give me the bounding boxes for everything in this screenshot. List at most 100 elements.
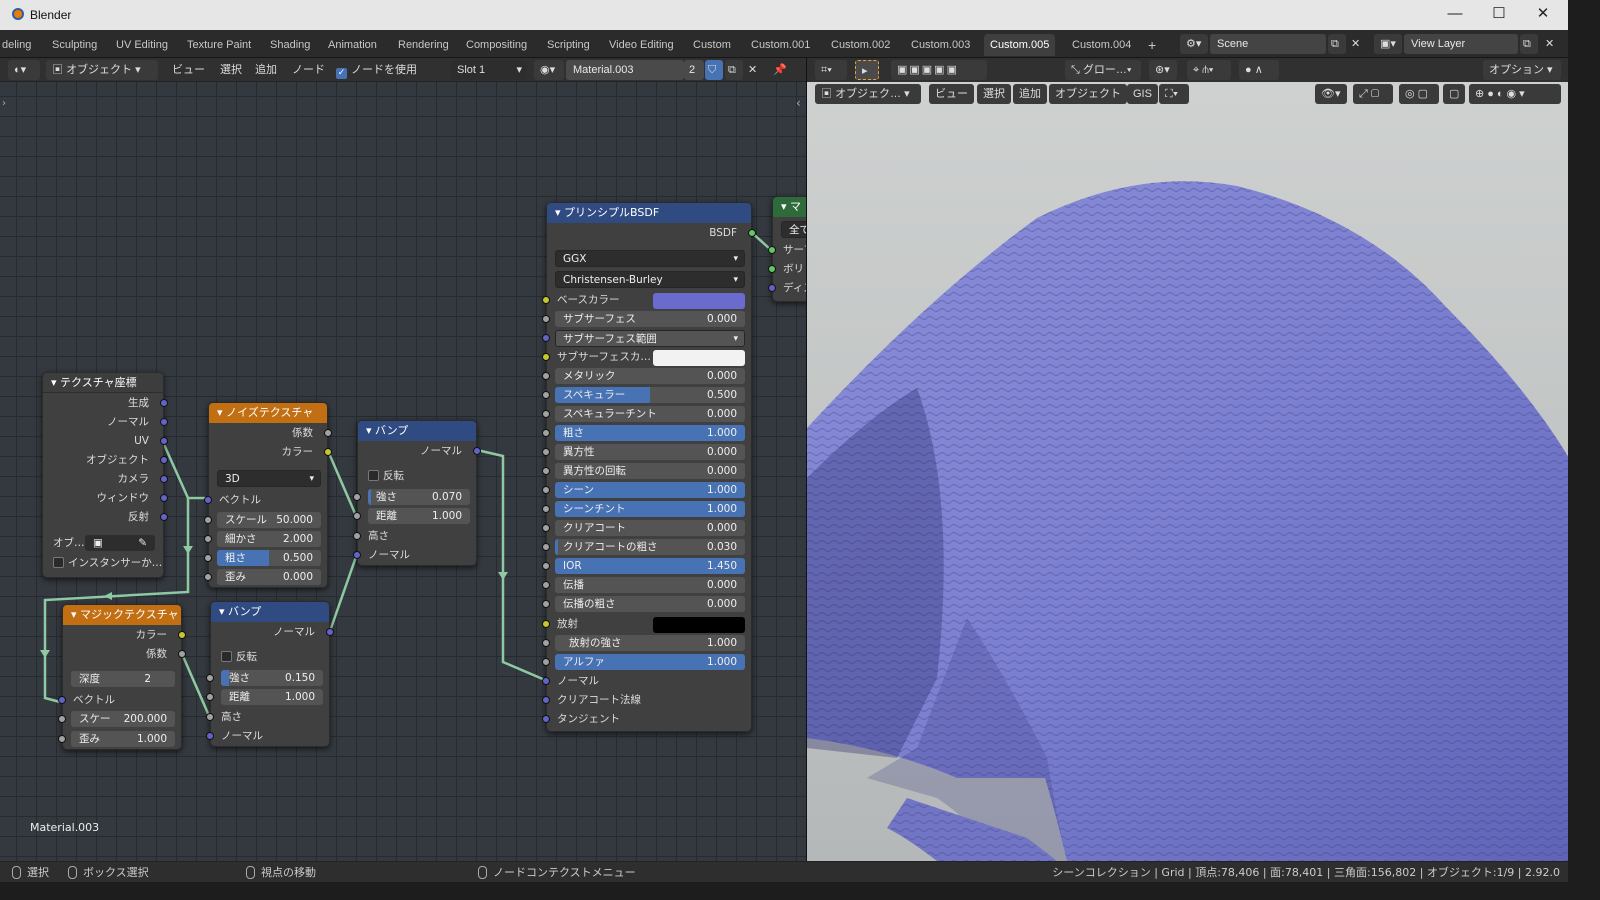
socket-uv[interactable] [160, 437, 168, 445]
noise-scale-field[interactable]: スケール 50.000 [217, 512, 321, 528]
tab-video-editing[interactable]: Video Editing [603, 34, 680, 56]
bsdf-param-slider[interactable]: 伝播 0.000 [555, 577, 745, 593]
sidebar-toggle-left-icon[interactable]: › [2, 98, 6, 109]
bsdf-socket-out[interactable] [748, 229, 756, 237]
bump1-socket-height[interactable] [353, 532, 361, 540]
bsdf-param-socket[interactable] [542, 391, 550, 399]
socket-generated[interactable] [160, 399, 168, 407]
socket-window[interactable] [160, 494, 168, 502]
new-view-layer-icon[interactable]: ⧉ [1520, 34, 1538, 54]
bsdf-param-slider[interactable]: クリアコート 0.000 [555, 520, 745, 536]
emission-color-swatch[interactable] [653, 617, 745, 633]
emission-socket[interactable] [542, 620, 550, 628]
output-surface-socket[interactable] [768, 246, 776, 254]
bsdf-param-socket[interactable] [542, 448, 550, 456]
bsdf-param-slider[interactable]: 伝播の粗さ 0.000 [555, 596, 745, 612]
principled-bsdf-node[interactable]: ▾ プリンシプルBSDF BSDF GGX ▾ Christensen-Burle… [542, 202, 756, 732]
output-displacement-socket[interactable] [768, 284, 776, 292]
tab-rendering[interactable]: Rendering [392, 34, 455, 56]
normal-socket[interactable] [542, 677, 550, 685]
noise-detail-field[interactable]: 細かさ 2.000 [217, 531, 321, 547]
scene-name-field[interactable]: Scene [1210, 34, 1326, 54]
subsurface-radius-socket[interactable] [542, 334, 550, 342]
bsdf-param-slider[interactable]: シーン 1.000 [555, 482, 745, 498]
magic-texture-node[interactable]: ▾ マジックテクスチャ カラー 係数 深度 2 ベクトル スケー 200.000 歪… [58, 604, 186, 750]
3d-viewport[interactable]: ⌗▾ ▸ ▣▣▣▣▣ ⤡ グロー…▾ ⊛▾ ⌖ ⋔▾ ● ∧ オプション ▾ ▣… [806, 58, 1568, 861]
bsdf-param-socket[interactable] [542, 372, 550, 380]
socket-normal[interactable] [160, 418, 168, 426]
bsdf-param-socket[interactable] [542, 505, 550, 513]
instancer-checkbox[interactable]: インスタンサーか… [43, 554, 163, 573]
tab-shading[interactable]: Shading [264, 34, 316, 56]
magic-socket-vector[interactable] [58, 696, 66, 704]
viewport-menu-add[interactable]: 追加 [1013, 84, 1047, 104]
bump1-distance-field[interactable]: 距離 1.000 [368, 508, 470, 524]
emission-strength-socket[interactable] [542, 639, 550, 647]
bump1-socket-distance[interactable] [353, 512, 361, 520]
noise-roughness-slider[interactable]: 粗さ 0.500 [217, 550, 321, 566]
bsdf-param-slider[interactable]: 異方性の回転 0.000 [555, 463, 745, 479]
bsdf-param-socket[interactable] [542, 543, 550, 551]
socket-camera[interactable] [160, 475, 168, 483]
visibility-icon[interactable]: 👁▾ [1315, 84, 1347, 104]
minimize-button[interactable]: — [1444, 4, 1466, 24]
snap-icon[interactable]: ⌖ ⋔▾ [1187, 60, 1231, 80]
close-button[interactable]: ✕ [1532, 4, 1554, 24]
bump2-socket-distance[interactable] [206, 693, 214, 701]
view-layer-field[interactable]: View Layer [1404, 34, 1518, 54]
viewport-options-dropdown[interactable]: オプション ▾ [1483, 60, 1561, 80]
subsurface-method-dropdown[interactable]: Christensen-Burley ▾ [555, 271, 745, 288]
bsdf-param-socket[interactable] [542, 581, 550, 589]
socket-scale-in[interactable] [204, 516, 212, 524]
magic-scale-field[interactable]: スケー 200.000 [71, 711, 175, 727]
bump1-socket-normal-out[interactable] [473, 447, 481, 455]
bump2-socket-normal-in[interactable] [206, 732, 214, 740]
tab-custom-005[interactable]: Custom.005 [984, 34, 1056, 56]
magic-distortion-field[interactable]: 歪み 1.000 [71, 731, 175, 747]
emission-strength-slider[interactable]: 放射の強さ 1.000 [555, 635, 745, 651]
bsdf-param-socket[interactable] [542, 524, 550, 532]
viewport-menu-view[interactable]: ビュー [929, 84, 974, 104]
bsdf-param-socket[interactable] [542, 467, 550, 475]
bump2-strength-slider[interactable]: 強さ 0.150 [221, 670, 323, 686]
tab-modeling[interactable]: deling [0, 34, 37, 56]
base-color-socket[interactable] [542, 296, 550, 304]
tab-custom-001[interactable]: Custom.001 [745, 34, 816, 56]
shader-node-editor[interactable]: ◐▾ ▣ オブジェクト ▾ ビュー 選択 追加 ノード ✓ ノードを使用 Slot… [0, 58, 806, 861]
delete-view-layer-icon[interactable]: ✕ [1542, 34, 1558, 54]
bsdf-param-socket[interactable] [542, 562, 550, 570]
viewport-menu-gis[interactable]: GIS [1127, 84, 1158, 104]
bump2-socket-normal-out[interactable] [326, 628, 334, 636]
socket-distortion-in[interactable] [204, 573, 212, 581]
proportional-edit-icon[interactable]: ● ∧ [1239, 60, 1279, 80]
bsdf-param-socket[interactable] [542, 600, 550, 608]
alpha-socket[interactable] [542, 658, 550, 666]
overlay-toggle-icon[interactable]: ◎ ▢ [1399, 84, 1439, 104]
new-scene-icon[interactable]: ⧉ [1328, 34, 1346, 54]
bsdf-param-slider[interactable]: メタリック 0.000 [555, 368, 745, 384]
bsdf-param-slider[interactable]: 異方性 0.000 [555, 444, 745, 460]
viewport-menu-object[interactable]: オブジェクト [1049, 84, 1127, 104]
tab-texture-paint[interactable]: Texture Paint [181, 34, 257, 56]
tab-custom-002[interactable]: Custom.002 [825, 34, 896, 56]
tab-custom-004[interactable]: Custom.004 [1066, 34, 1137, 56]
bsdf-param-slider[interactable]: クリアコートの粗さ 0.030 [555, 539, 745, 555]
gis-icon[interactable]: ⛶▾ [1159, 84, 1189, 104]
socket-vector-in[interactable] [204, 496, 212, 504]
bsdf-param-slider[interactable]: 粗さ 1.000 [555, 425, 745, 441]
viewport-editor-type-icon[interactable]: ⌗▾ [815, 60, 847, 80]
select-tool-icon[interactable]: ▸ [855, 60, 879, 80]
bsdf-param-slider[interactable]: シーンチント 1.000 [555, 501, 745, 517]
object-picker-field[interactable]: ▣ ✎ [85, 535, 155, 551]
tab-custom-003[interactable]: Custom.003 [905, 34, 976, 56]
viewport-menu-select[interactable]: 選択 [977, 84, 1011, 104]
bump2-socket-strength[interactable] [206, 674, 214, 682]
bump1-strength-slider[interactable]: 強さ 0.070 [368, 489, 470, 505]
maximize-button[interactable]: ☐ [1488, 4, 1510, 24]
socket-detail-in[interactable] [204, 535, 212, 543]
gizmo-toggle-icon[interactable]: ⤢ ▢ [1353, 84, 1393, 104]
socket-roughness-in[interactable] [204, 554, 212, 562]
xray-toggle-icon[interactable]: ▢ [1443, 84, 1465, 104]
magic-depth-field[interactable]: 深度 2 [71, 671, 175, 687]
bump2-socket-height[interactable] [206, 713, 214, 721]
